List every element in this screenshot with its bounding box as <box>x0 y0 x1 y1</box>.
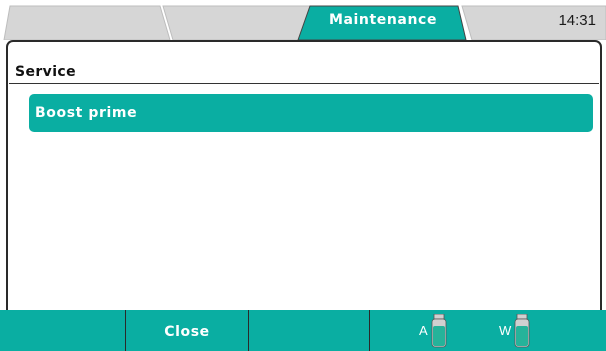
softkey-3-label <box>249 310 369 324</box>
close-button[interactable]: Close <box>125 310 249 351</box>
bottle-a-label: A <box>419 323 428 338</box>
softkey-3[interactable] <box>248 310 370 351</box>
content-panel: Service Boost prime <box>6 40 602 310</box>
tab-2[interactable] <box>168 6 306 40</box>
section-title: Service <box>15 64 77 80</box>
bottle-icon <box>514 314 530 348</box>
boost-prime-button[interactable]: Boost prime <box>29 94 593 132</box>
tab-maintenance-label: Maintenance <box>328 12 438 28</box>
softkey-1[interactable] <box>0 310 126 351</box>
tab-bar: Maintenance 14:31 <box>0 0 606 40</box>
tab-1-label <box>8 18 164 38</box>
softkey-1-label <box>0 310 125 324</box>
tab-2-label <box>168 18 306 38</box>
reservoir-status: A W <box>369 310 606 351</box>
bottle-icon <box>431 314 447 348</box>
clock: 14:31 <box>558 12 596 29</box>
bottle-w-label: W <box>499 323 512 338</box>
section-divider <box>9 83 599 84</box>
softkey-bar: Close A W <box>0 310 606 351</box>
close-button-label: Close <box>164 324 210 340</box>
tab-maintenance[interactable]: Maintenance <box>304 6 462 40</box>
tab-1[interactable] <box>8 6 164 40</box>
boost-prime-label: Boost prime <box>35 105 138 121</box>
